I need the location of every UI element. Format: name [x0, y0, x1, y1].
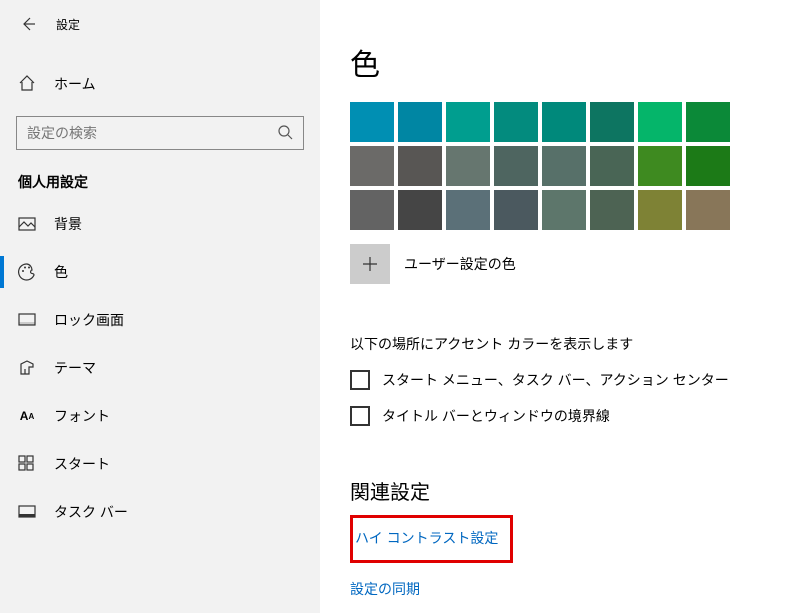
color-swatch[interactable] — [590, 190, 634, 230]
search-input[interactable] — [27, 125, 253, 141]
lockscreen-icon — [18, 311, 36, 329]
color-swatch[interactable] — [350, 190, 394, 230]
color-swatch[interactable] — [686, 102, 730, 142]
color-swatch[interactable] — [398, 146, 442, 186]
search-box[interactable] — [16, 116, 304, 150]
taskbar-icon — [18, 503, 36, 521]
nav-label: テーマ — [54, 358, 96, 378]
color-swatch[interactable] — [638, 102, 682, 142]
color-swatch[interactable] — [494, 102, 538, 142]
accent-description: 以下の場所にアクセント カラーを表示します — [350, 334, 808, 354]
checkbox-label: スタート メニュー、タスク バー、アクション センター — [382, 370, 729, 390]
color-swatch[interactable] — [686, 190, 730, 230]
nav-label: 背景 — [54, 214, 82, 234]
sidebar-header: 設定 — [0, 0, 320, 48]
color-swatch[interactable] — [398, 190, 442, 230]
nav-item-themes[interactable]: テーマ — [0, 344, 320, 392]
picture-icon — [18, 215, 36, 233]
color-swatch[interactable] — [686, 146, 730, 186]
font-icon: AA — [18, 407, 36, 425]
header-title: 設定 — [56, 16, 80, 33]
nav-item-taskbar[interactable]: タスク バー — [0, 488, 320, 536]
color-swatch[interactable] — [542, 146, 586, 186]
checkbox-start-taskbar[interactable]: スタート メニュー、タスク バー、アクション センター — [350, 370, 808, 390]
sidebar: 設定 ホーム 個人用設定 背景 色 ロック画面 テーマ — [0, 0, 320, 613]
nav-item-colors[interactable]: 色 — [0, 248, 320, 296]
color-swatch[interactable] — [446, 146, 490, 186]
custom-color-label: ユーザー設定の色 — [404, 254, 516, 274]
color-swatch[interactable] — [638, 146, 682, 186]
color-swatch[interactable] — [350, 102, 394, 142]
theme-icon — [18, 359, 36, 377]
checkbox-label: タイトル バーとウィンドウの境界線 — [382, 406, 610, 426]
color-swatch[interactable] — [590, 146, 634, 186]
checkbox-titlebar[interactable]: タイトル バーとウィンドウの境界線 — [350, 406, 808, 426]
nav-item-fonts[interactable]: AA フォント — [0, 392, 320, 440]
nav-label: スタート — [54, 454, 110, 474]
search-icon — [277, 124, 293, 143]
nav-item-lockscreen[interactable]: ロック画面 — [0, 296, 320, 344]
color-swatch[interactable] — [590, 102, 634, 142]
color-swatch[interactable] — [494, 146, 538, 186]
home-icon — [18, 74, 36, 95]
palette-icon — [18, 263, 36, 281]
nav-item-start[interactable]: スタート — [0, 440, 320, 488]
color-swatch[interactable] — [398, 102, 442, 142]
back-arrow-icon — [20, 16, 36, 32]
nav-label: タスク バー — [54, 502, 128, 522]
checkbox-icon — [350, 370, 370, 390]
page-title: 色 — [350, 40, 808, 84]
section-title: 個人用設定 — [0, 150, 320, 200]
sync-settings-link[interactable]: 設定の同期 — [350, 579, 808, 599]
nav-label: 色 — [54, 262, 68, 282]
high-contrast-link[interactable]: ハイ コントラスト設定 — [350, 515, 513, 563]
back-button[interactable] — [18, 14, 38, 34]
custom-color-row: ユーザー設定の色 — [350, 244, 808, 284]
color-swatch[interactable] — [350, 146, 394, 186]
color-swatch[interactable] — [638, 190, 682, 230]
color-swatch[interactable] — [542, 102, 586, 142]
color-swatch[interactable] — [542, 190, 586, 230]
color-swatch[interactable] — [494, 190, 538, 230]
home-link[interactable]: ホーム — [0, 64, 320, 104]
checkbox-icon — [350, 406, 370, 426]
home-label: ホーム — [54, 74, 96, 94]
color-swatch[interactable] — [446, 102, 490, 142]
plus-icon — [362, 256, 378, 272]
custom-color-button[interactable] — [350, 244, 390, 284]
nav-label: フォント — [54, 406, 110, 426]
color-swatch[interactable] — [446, 190, 490, 230]
start-icon — [18, 455, 36, 473]
color-swatch-grid — [350, 102, 808, 230]
nav-label: ロック画面 — [54, 310, 124, 330]
nav-item-background[interactable]: 背景 — [0, 200, 320, 248]
related-settings-title: 関連設定 — [350, 476, 808, 505]
content: 色 ユーザー設定の色 以下の場所にアクセント カラーを表示します スタート メニ… — [320, 0, 808, 613]
